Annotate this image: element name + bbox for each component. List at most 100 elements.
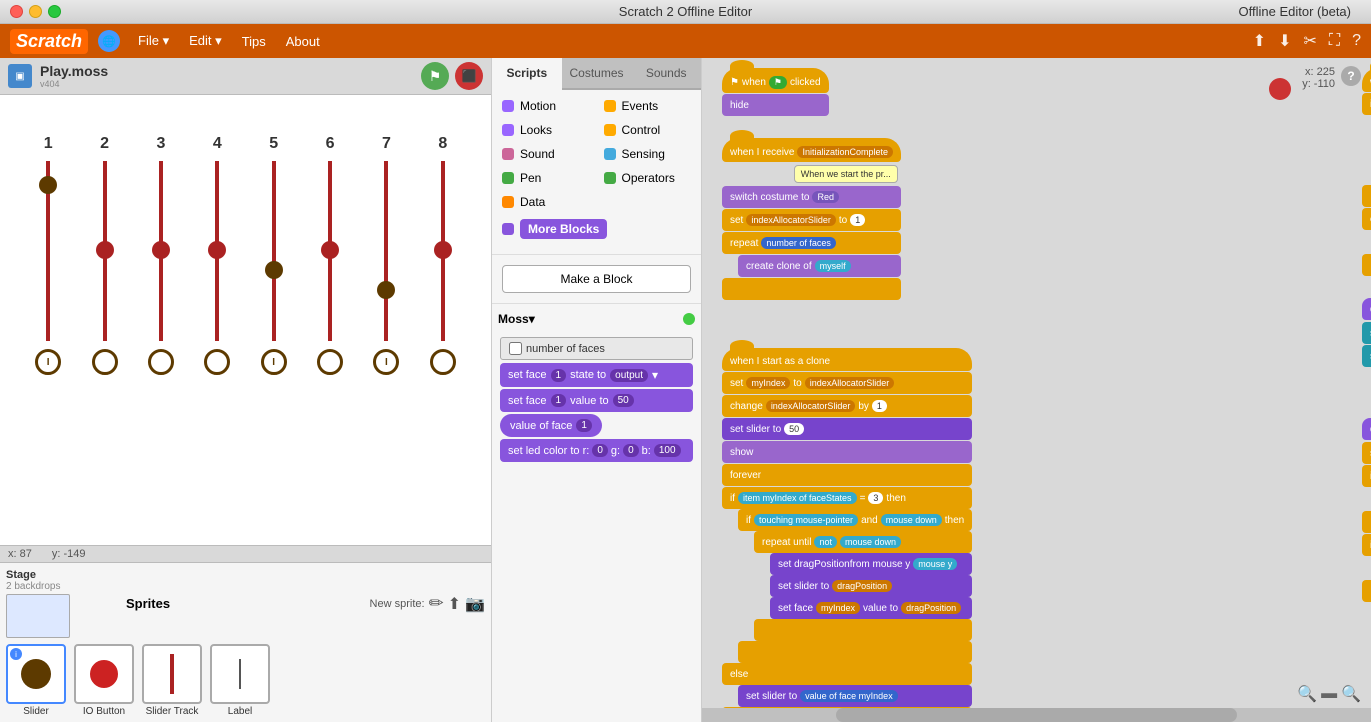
minimize-button[interactable] <box>29 5 42 18</box>
slider-6-track[interactable] <box>328 161 332 341</box>
slider-2-handle[interactable] <box>96 241 114 259</box>
set-drag-expr[interactable]: set dragPosition to mouseY + 100 / 2 <box>1362 442 1371 464</box>
new-sprite-upload-icon[interactable]: ⬆ <box>448 594 461 614</box>
cat-data[interactable]: Data <box>496 192 596 212</box>
switch-costume-red[interactable]: switch costume to Red <box>722 186 901 208</box>
set-slider-50[interactable]: set slider to 50 <box>722 418 972 440</box>
slider-1-track[interactable] <box>46 161 50 341</box>
if-drag-lt-0[interactable]: if dragPosition < 0 then <box>1362 534 1371 556</box>
slider-5-track[interactable] <box>272 161 276 341</box>
set-led-color-block[interactable]: set led color to r: 0 g: 0 b: 100 <box>500 439 693 462</box>
set-slider-drag[interactable]: set slider to dragPosition <box>770 575 972 597</box>
value-of-face-block[interactable]: value of face 1 <box>500 414 693 437</box>
sprite-item-slider[interactable]: i Slider <box>6 644 66 717</box>
hide-block[interactable]: hide <box>722 94 829 116</box>
scripts-area[interactable]: ⚑ when ⚑ clicked hide when I receive Ini… <box>702 58 1371 708</box>
repeat-faces[interactable]: repeat number of faces <box>722 232 901 254</box>
cat-sensing[interactable]: Sensing <box>598 144 698 164</box>
show-block[interactable]: show <box>722 441 972 463</box>
copy-icon[interactable]: ✂ <box>1303 31 1316 51</box>
when-flag-clicked[interactable]: ⚑ when ⚑ clicked <box>722 68 829 93</box>
set-face-value-drag[interactable]: set face myIndex value to dragPosition <box>770 597 972 619</box>
language-button[interactable]: 🌐 <box>98 30 120 52</box>
help-icon[interactable]: ? <box>1352 32 1361 50</box>
edit-menu[interactable]: Edit ▾ <box>179 29 232 53</box>
forever-block[interactable]: forever <box>722 464 972 486</box>
slider-8-handle[interactable] <box>434 241 452 259</box>
set-face-value-block[interactable]: set face 1 value to 50 <box>500 389 693 412</box>
define-slider-hat[interactable]: define set slider to value <box>1362 298 1371 320</box>
set-face-value-inner[interactable]: set face 1 value to 50 <box>500 389 693 412</box>
scroll-thumb[interactable] <box>836 708 1237 722</box>
stage-thumb[interactable] <box>6 594 70 638</box>
cat-events[interactable]: Events <box>598 96 698 116</box>
slider-1-handle[interactable] <box>39 176 57 194</box>
fullscreen-icon[interactable]: ⛶ <box>1329 32 1340 50</box>
if-myindex-faces[interactable]: if item myIndex of faceStates = 0 then <box>1362 93 1371 115</box>
make-block-button[interactable]: Make a Block <box>502 265 690 293</box>
zoom-reset-button[interactable]: ▬ <box>1321 685 1337 703</box>
slider-3-track[interactable] <box>159 161 163 341</box>
change-index[interactable]: change indexAllocatorSlider by 1 <box>722 395 972 417</box>
set-slider-face-val[interactable]: set slider to value of face myIndex <box>738 685 972 707</box>
sprite-thumb-track[interactable] <box>142 644 202 704</box>
new-sprite-paint-icon[interactable]: ✏ <box>429 593 444 614</box>
create-clone[interactable]: create clone of myself <box>738 255 901 277</box>
cat-more-blocks[interactable]: More Blocks <box>496 216 697 242</box>
maximize-button[interactable] <box>48 5 61 18</box>
tips-menu[interactable]: Tips <box>232 30 276 53</box>
define-drag-hat[interactable]: define set dragPosition from mouse y mou… <box>1362 418 1371 440</box>
upload-icon[interactable]: ⬆ <box>1253 31 1266 51</box>
slider-4-track[interactable] <box>215 161 219 341</box>
repeat-until[interactable]: repeat until not mouse down <box>754 531 972 553</box>
about-menu[interactable]: About <box>276 30 330 53</box>
slider-4-handle[interactable] <box>208 241 226 259</box>
number-of-faces-checkbox[interactable] <box>509 342 522 355</box>
set-y-block[interactable]: set y to 2 * value - 100 <box>1362 322 1371 344</box>
set-myindex[interactable]: set myIndex to indexAllocatorSlider <box>722 372 972 394</box>
new-sprite-camera-icon[interactable]: 📷 <box>465 594 485 614</box>
zoom-in-button[interactable]: 🔍 <box>1341 684 1361 704</box>
if-drag-100[interactable]: if dragPosition > 100 then <box>1362 465 1371 487</box>
stop-button[interactable]: ⬛ <box>455 62 483 90</box>
cat-looks[interactable]: Looks <box>496 120 596 140</box>
set-drag-pos[interactable]: set dragPositionfrom mouse y mouse y <box>770 553 972 575</box>
set-face-state-inner[interactable]: set face 1 state to output ▾ <box>500 363 693 387</box>
slider-7-handle[interactable] <box>377 281 395 299</box>
if-touching[interactable]: if touching mouse-pointer and mouse down… <box>738 509 972 531</box>
if-faces-states-header[interactable]: if item myIndex of faceStates = 3 then <box>722 487 972 509</box>
cat-motion[interactable]: Motion <box>496 96 596 116</box>
tab-scripts[interactable]: Scripts <box>492 58 562 90</box>
help-button[interactable]: ? <box>1341 66 1361 86</box>
slider-6-handle[interactable] <box>321 241 339 259</box>
sprite-item-label[interactable]: Label <box>210 644 270 717</box>
slider-8-track[interactable] <box>441 161 445 341</box>
download-icon[interactable]: ⬇ <box>1278 31 1291 51</box>
sprite-item-io[interactable]: IO Button <box>74 644 134 717</box>
slider-7-track[interactable] <box>384 161 388 341</box>
cat-pen[interactable]: Pen <box>496 168 596 188</box>
number-of-faces-block[interactable]: number of faces <box>500 337 693 360</box>
zoom-out-button[interactable]: 🔍 <box>1297 684 1317 704</box>
cat-sound[interactable]: Sound <box>496 144 596 164</box>
cat-control[interactable]: Control <box>598 120 698 140</box>
sprite-thumb-io[interactable] <box>74 644 134 704</box>
set-index-allocator[interactable]: set indexAllocatorSlider to 1 <box>722 209 901 231</box>
sprite-thumb-label[interactable] <box>210 644 270 704</box>
tab-costumes[interactable]: Costumes <box>562 58 632 90</box>
close-button[interactable] <box>10 5 23 18</box>
set-led-color-inner[interactable]: set led color to r: 0 g: 0 b: 100 <box>500 439 693 462</box>
sprite-item-track[interactable]: Slider Track <box>142 644 202 717</box>
value-of-face-inner[interactable]: value of face 1 <box>500 414 602 437</box>
set-face-state-block[interactable]: set face 1 state to output ▾ <box>500 363 693 387</box>
slider-3-handle[interactable] <box>152 241 170 259</box>
when-start-clone[interactable]: when I start as a clone <box>722 348 972 371</box>
slider-2-track[interactable] <box>103 161 107 341</box>
green-flag-button[interactable]: ⚑ <box>421 62 449 90</box>
cat-operators[interactable]: Operators <box>598 168 698 188</box>
horizontal-scrollbar[interactable] <box>702 708 1371 722</box>
set-x-block[interactable]: set x to item myIndex of xLocations <box>1362 345 1371 367</box>
slider-5-handle[interactable] <box>265 261 283 279</box>
when-receive-init[interactable]: when I receive InitializationComplete <box>722 138 901 162</box>
tab-sounds[interactable]: Sounds <box>631 58 701 90</box>
